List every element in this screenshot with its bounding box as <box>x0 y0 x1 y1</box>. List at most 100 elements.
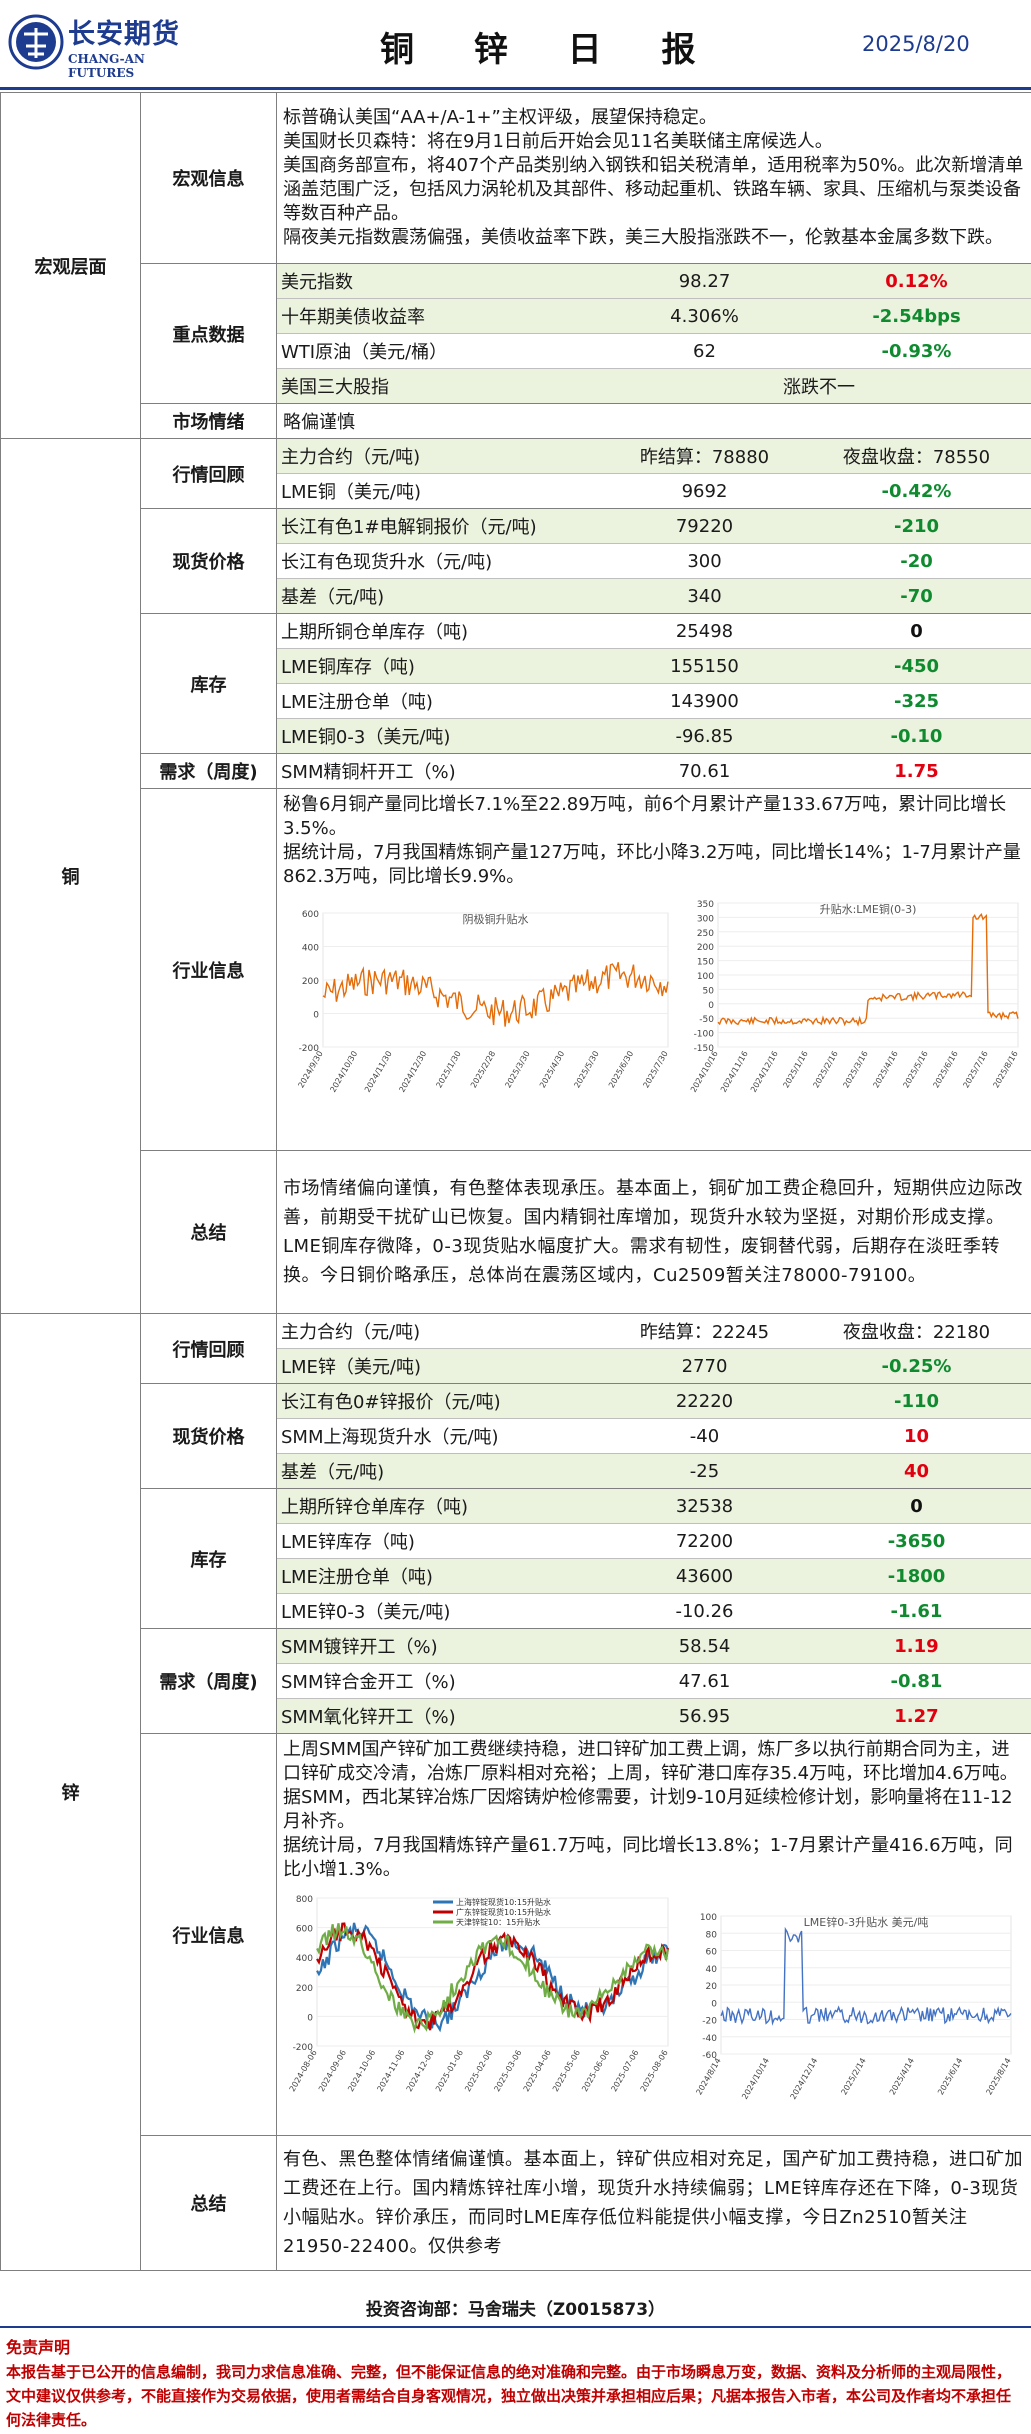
row-value: -40 <box>607 1418 802 1454</box>
data-row: 长江有色1#电解铜报价（元/吨) 79220 -210 <box>277 509 1031 544</box>
row-value: 70.61 <box>678 760 731 782</box>
chart-x-tick: 2024/12/30 <box>397 1050 428 1094</box>
row-change: -20 <box>802 543 1031 579</box>
data-row: LME铜库存（吨) 155150 -450 <box>277 648 1031 684</box>
row-name: LME铜0-3（美元/吨) <box>281 727 451 748</box>
row-change: -70 <box>900 585 933 607</box>
data-row: 主力合约（元/吨) 昨结算：22245 夜盘收盘：22180 <box>277 1314 1031 1349</box>
zn-industry-label: 行业信息 <box>140 1733 277 2136</box>
cu-review-label: 行情回顾 <box>140 438 277 509</box>
chart-y-tick: 300 <box>697 914 714 924</box>
report-table: 宏观层面 宏观信息 标普确认美国“AA+/A-1+”主权评级，展望保持稳定。 美… <box>0 92 1031 2271</box>
chart-x-tick: 2024-12-06 <box>405 2049 436 2094</box>
row-name: SMM精铜杆开工（%) <box>281 762 456 783</box>
chart-x-tick: 2025/2/16 <box>811 1050 839 1090</box>
data-row: SMM氧化锌开工（%) 56.95 1.27 <box>277 1698 1031 1733</box>
data-row: 长江有色0#锌报价（元/吨) 22220 -110 <box>277 1384 1031 1419</box>
row-name: LME注册仓单（吨) <box>277 1558 607 1594</box>
cu-industry-line: 据统计局，7月我国精炼铜产量127万吨，环比小降3.2万吨，同比增长14%；1-… <box>283 842 1021 887</box>
row-name: SMM锌合金开工（%) <box>277 1663 607 1699</box>
chart-y-tick: 100 <box>697 972 714 982</box>
row-name: LME锌（美元/吨) <box>281 1357 422 1378</box>
chart-y-tick: 40 <box>706 1965 718 1975</box>
row-value: 43600 <box>607 1558 802 1594</box>
row-change: -0.42% <box>881 480 952 502</box>
row-change: 40 <box>903 1460 930 1482</box>
chart-x-tick: 2025-06-06 <box>580 2049 611 2094</box>
chart-y-tick: 800 <box>296 1895 313 1905</box>
row-change: -210 <box>802 509 1031 544</box>
chart-x-tick: 2024/8/14 <box>694 2057 722 2097</box>
cu-stock-label: 库存 <box>140 613 277 754</box>
data-row: LME注册仓单（吨) 43600 -1800 <box>277 1558 1031 1594</box>
chart-x-tick: 2025-05-06 <box>551 2049 582 2094</box>
chart-x-tick: 2025/8/16 <box>991 1050 1019 1090</box>
chart-y-tick: 600 <box>296 1925 313 1935</box>
row-value: 涨跌不一 <box>783 377 855 398</box>
row-name: LME铜库存（吨) <box>277 648 607 684</box>
row-name: SMM氧化锌开工（%) <box>281 1707 456 1728</box>
row-change: 0 <box>802 614 1031 649</box>
row-change: -450 <box>802 648 1031 684</box>
cu-left-chart: 6004002000-2002024/9/30 2024/10/30 2024/11… <box>296 910 669 1094</box>
data-row: LME注册仓单（吨) 143900 -325 <box>277 683 1031 719</box>
row-change: -0.81 <box>802 1663 1031 1699</box>
chart-x-tick: 2025/4/14 <box>888 2057 916 2097</box>
chart-y-tick: 100 <box>700 1913 717 1923</box>
chart-y-tick: 80 <box>706 1930 718 1940</box>
chart-x-tick: 2025-04-06 <box>522 2049 553 2094</box>
row-name: 主力合约（元/吨) <box>277 1314 607 1349</box>
row-name: 长江有色0#锌报价（元/吨) <box>277 1384 607 1419</box>
data-row: SMM锌合金开工（%) 47.61 -0.81 <box>277 1663 1031 1699</box>
data-row: WTI原油（美元/桶） 62 -0.93% <box>277 333 1031 369</box>
row-value: -96.85 <box>675 725 734 747</box>
chart-x-tick: 2025/5/16 <box>901 1050 929 1090</box>
chart-x-tick: 2024/12/14 <box>789 2057 820 2101</box>
chart-y-tick: 0 <box>307 2013 313 2023</box>
chart-y-tick: 0 <box>708 1001 714 1011</box>
chart-y-tick: 20 <box>706 1982 718 1992</box>
row-value: 47.61 <box>607 1663 802 1699</box>
chart-x-tick: 2025/5/30 <box>572 1050 600 1090</box>
data-row: 长江有色现货升水（元/吨) 300 -20 <box>277 543 1031 579</box>
row-value: 143900 <box>607 683 802 719</box>
row-name: SMM上海现货升水（元/吨) <box>277 1418 607 1454</box>
row-value: -25 <box>689 1460 720 1482</box>
row-change: -2.54bps <box>802 298 1031 334</box>
data-row: SMM上海现货升水（元/吨) -40 10 <box>277 1418 1031 1454</box>
macro-data-label: 重点数据 <box>140 263 277 404</box>
row-change: 夜盘收盘：78550 <box>802 439 1031 474</box>
row-change: 0.12% <box>802 264 1031 299</box>
chart-x-tick: 2025-01-06 <box>434 2049 465 2094</box>
data-row: 基差（元/吨) 340 -70 <box>277 578 1031 613</box>
macro-info-label: 宏观信息 <box>140 92 277 264</box>
contact-line: 投资咨询部：马舍瑞夫（Z0015873） <box>365 2300 666 2320</box>
chart-y-tick: 200 <box>697 943 714 953</box>
row-name: 上期所铜仓单库存（吨) <box>277 614 607 649</box>
zn-review-label: 行情回顾 <box>140 1313 277 1384</box>
chart-x-tick: 2025-08-06 <box>639 2049 670 2094</box>
row-name: 美国三大股指 <box>281 377 389 398</box>
row-value: 56.95 <box>678 1705 731 1727</box>
chart-x-tick: 2024/10/30 <box>328 1050 359 1094</box>
row-value: 79220 <box>607 509 802 544</box>
chart-x-tick: 2025-07-06 <box>609 2049 640 2094</box>
chart-y-tick: -50 <box>699 1015 714 1025</box>
zn-spot: 长江有色0#锌报价（元/吨) 22220 -110 SMM上海现货升水（元/吨) -4… <box>276 1383 1031 1489</box>
chart-y-tick: 600 <box>302 910 319 920</box>
disclaimer-body: 本报告基于已公开的信息编制，我司力求信息准确、完整，但不能保证信息的绝对准确和完… <box>6 2363 1012 2429</box>
chart-x-tick: 2025/4/16 <box>871 1050 899 1090</box>
chart-x-tick: 2025/2/14 <box>839 2057 867 2097</box>
cu-stock: 上期所铜仓单库存（吨) 25498 0 LME铜库存（吨) 155150 -450 LM… <box>276 613 1031 754</box>
row-change: 1.27 <box>894 1705 939 1727</box>
row-change: -0.10 <box>890 725 943 747</box>
row-change: -1800 <box>802 1558 1031 1594</box>
cu-charts: 600 400 200 0 -200 2024/9/30 2024/10/30 2024/11… <box>283 897 1025 1122</box>
chart-x-tick: 2024-11-06 <box>375 2049 406 2094</box>
zn-industry-line: 上周SMM国产锌矿加工费继续持稳，进口锌矿加工费上调，炼厂多以执行前期合同为主，… <box>283 1739 1018 1784</box>
row-value: 昨结算：22245 <box>607 1314 802 1349</box>
data-row: 上期所铜仓单库存（吨) 25498 0 <box>277 614 1031 649</box>
chart-x-tick: 2024/11/30 <box>363 1050 394 1094</box>
row-value: 22220 <box>607 1384 802 1419</box>
cu-right-chart: 350300250200150100500-50-100-1502024/10/… <box>689 900 1020 1094</box>
